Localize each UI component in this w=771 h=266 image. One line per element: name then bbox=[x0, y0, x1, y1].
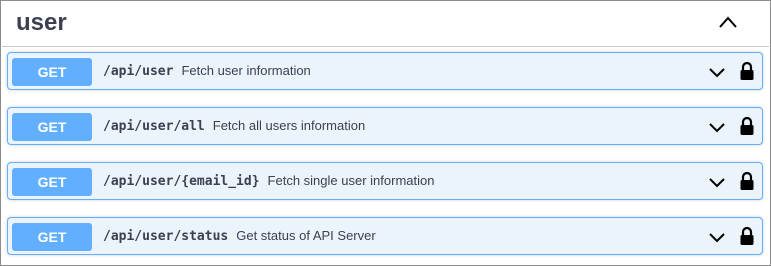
operation-summary: Get status of API Server bbox=[236, 228, 376, 243]
chevron-down-icon[interactable] bbox=[708, 175, 726, 189]
tag-title: user bbox=[16, 9, 67, 36]
chevron-down-icon[interactable] bbox=[708, 120, 726, 134]
operation-summary: Fetch user information bbox=[181, 63, 311, 78]
chevron-down-icon[interactable] bbox=[708, 230, 726, 244]
method-badge: GET bbox=[12, 168, 92, 196]
path-text: /api/user/{email_id} bbox=[103, 174, 260, 189]
path-text: /api/user bbox=[103, 64, 174, 79]
operation-path: /api/user/{email_id} Fetch single user in… bbox=[103, 163, 434, 199]
operation-get-user-status[interactable]: GET /api/user/status Get status of API Se… bbox=[7, 217, 763, 255]
operation-get-user-email-id[interactable]: GET /api/user/{email_id} Fetch single use… bbox=[7, 162, 763, 200]
method-badge: GET bbox=[12, 223, 92, 251]
path-text: /api/user/all bbox=[103, 119, 205, 134]
chevron-up-icon[interactable] bbox=[718, 14, 738, 30]
operation-summary: Fetch all users information bbox=[212, 118, 366, 133]
method-badge: GET bbox=[12, 113, 92, 141]
lock-icon[interactable] bbox=[739, 116, 755, 136]
operation-get-user-all[interactable]: GET /api/user/all Fetch all users informa… bbox=[7, 107, 763, 145]
tag-header[interactable]: user bbox=[2, 2, 769, 47]
lock-icon[interactable] bbox=[739, 61, 755, 81]
lock-icon[interactable] bbox=[739, 226, 755, 246]
method-badge: GET bbox=[12, 58, 92, 86]
operation-summary: Fetch single user information bbox=[267, 173, 435, 188]
operation-path: /api/user/status Get status of API Server bbox=[103, 218, 376, 254]
lock-icon[interactable] bbox=[739, 171, 755, 191]
operation-get-user[interactable]: GET /api/user Fetch user information bbox=[7, 52, 763, 90]
path-text: /api/user/status bbox=[103, 229, 229, 244]
user-tag-section: user GET /api/user Fetch user information… bbox=[0, 0, 771, 266]
operation-path: /api/user Fetch user information bbox=[103, 53, 311, 89]
operation-path: /api/user/all Fetch all users information bbox=[103, 108, 365, 144]
chevron-down-icon[interactable] bbox=[708, 65, 726, 79]
